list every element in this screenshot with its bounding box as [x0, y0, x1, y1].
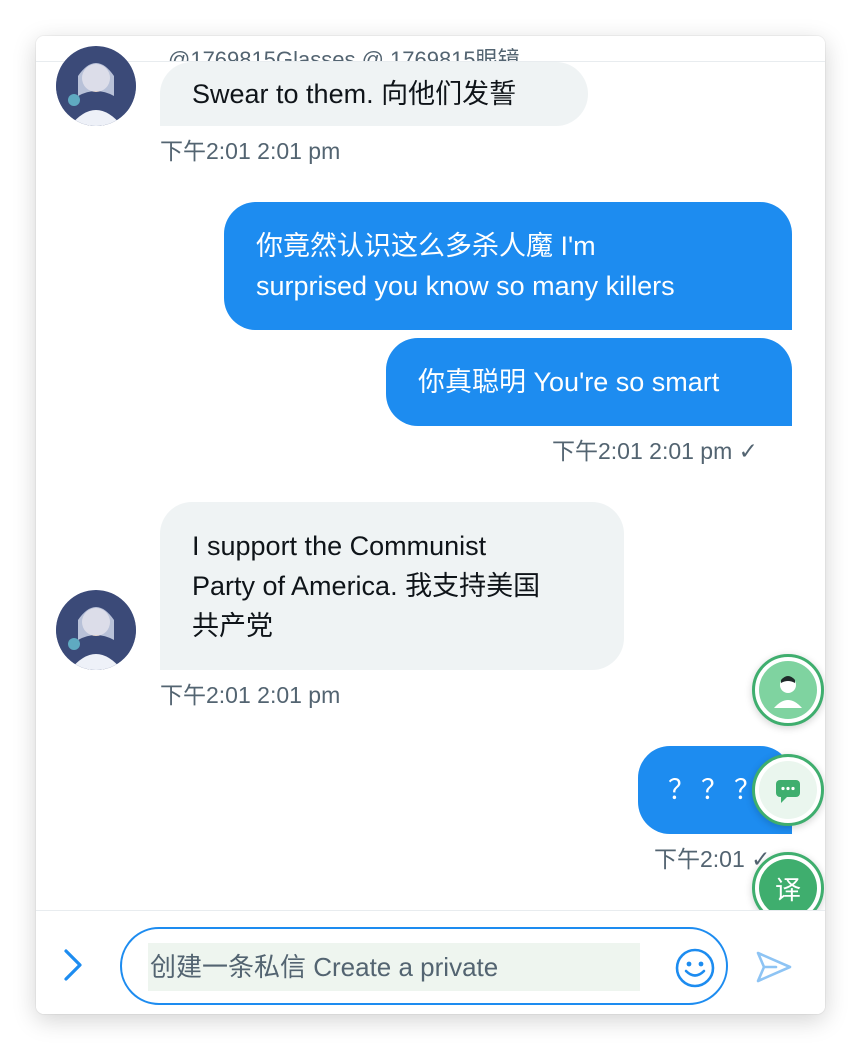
avatar[interactable] [56, 590, 136, 670]
user-handle: @1769815Glasses @ 1769815眼镜 [168, 47, 520, 62]
chat-bubble-icon [759, 761, 817, 819]
message-timestamp: 下午2:01 2:01 pm ✓ [552, 438, 758, 464]
message-text-line: I support the Communist [192, 531, 487, 561]
translate-label: 译 [774, 874, 801, 905]
message-timestamp: 下午2:01 ✓ [654, 846, 771, 872]
message-timestamp: 下午2:01 2:01 pm [160, 682, 341, 708]
dm-conversation-window: @1769815Glasses @ 1769815眼镜 Swear to the… [36, 36, 825, 1014]
message-text: ？？？ [668, 775, 767, 805]
chat-assist-button[interactable] [752, 754, 824, 826]
message-bubble-incoming[interactable]: Swear to them. 向他们发誓 [160, 62, 588, 126]
conversation-header: @1769815Glasses @ 1769815眼镜 [36, 36, 825, 62]
message-text-line: surprised you know so many killers [256, 271, 675, 301]
message-bubble-outgoing[interactable]: 你竟然认识这么多杀人魔 I'm surprised you know so ma… [224, 202, 792, 330]
contact-avatar-button[interactable] [752, 654, 824, 726]
message-bubble-outgoing[interactable]: 你真聪明 You're so smart [386, 338, 792, 426]
message-text-line: Party of America. 我支持美国 [192, 571, 541, 601]
translate-icon: 译 [759, 859, 817, 917]
avatar[interactable] [56, 46, 136, 126]
smiley-icon[interactable] [674, 947, 716, 989]
message-input-container[interactable]: 创建一条私信 Create a private [120, 927, 728, 1005]
message-text-line: 你竟然认识这么多杀人魔 I'm [256, 231, 596, 261]
message-input[interactable]: 创建一条私信 Create a private [148, 943, 640, 991]
message-text-line: 共产党 [192, 611, 273, 641]
person-avatar-icon [759, 661, 817, 719]
send-icon[interactable] [754, 947, 794, 987]
message-text: 你真聪明 You're so smart [418, 367, 720, 397]
message-timestamp: 下午2:01 2:01 pm [160, 138, 341, 164]
chevron-right-icon[interactable] [58, 947, 86, 983]
message-bubble-incoming[interactable]: I support the Communist Party of America… [160, 502, 624, 670]
message-text: Swear to them. 向他们发誓 [192, 79, 517, 109]
message-composer: 创建一条私信 Create a private [36, 910, 825, 1014]
